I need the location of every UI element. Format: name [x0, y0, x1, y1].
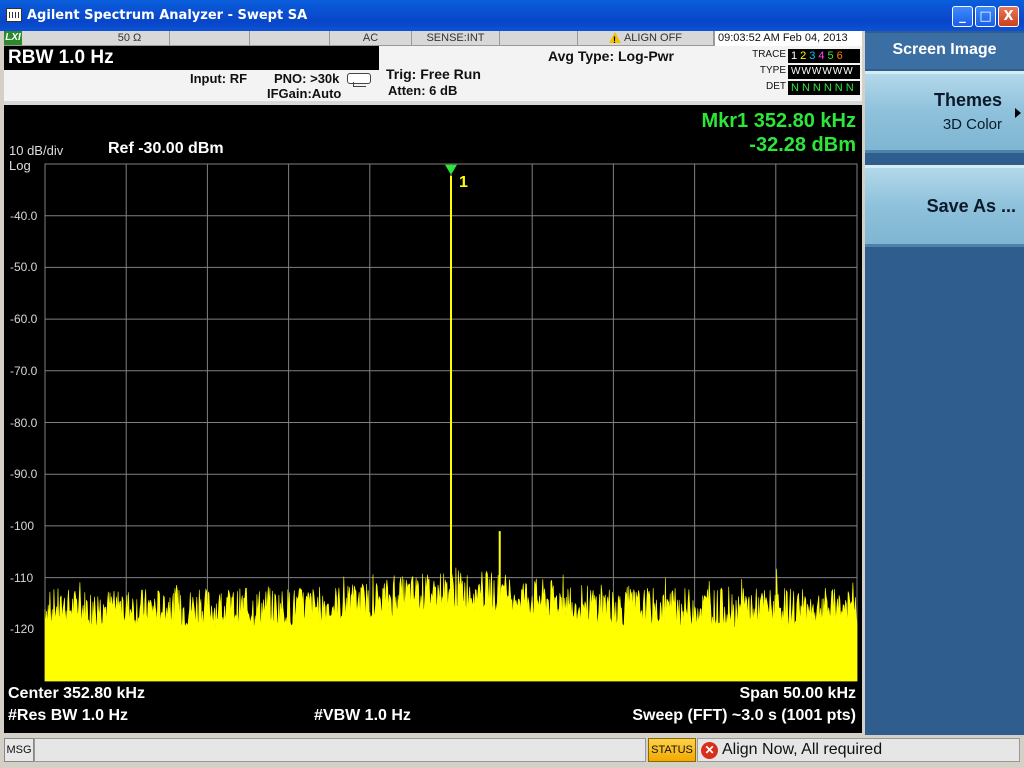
trigger-setting: Trig: Free Run: [386, 66, 481, 82]
marker-frequency: Mkr1 352.80 kHz: [701, 110, 856, 132]
y-tick-label: -70.0: [10, 363, 38, 378]
bottom-status-bar: MSG STATUS ✕ Align Now, All required: [0, 735, 1024, 768]
y-tick-label: -100: [10, 518, 35, 533]
scale-per-div: 10 dB/div: [9, 143, 64, 158]
y-tick-label: -120: [10, 622, 35, 637]
status-cell-blank: [250, 31, 330, 46]
themes-label: Themes: [933, 90, 1002, 110]
submenu-arrow-icon: [1015, 108, 1021, 118]
type-label: TYPE: [759, 65, 786, 76]
pno-setting: PNO: >30k: [274, 71, 340, 86]
span[interactable]: Span 50.00 kHz: [740, 685, 857, 703]
app-icon: [6, 8, 22, 22]
error-icon: ✕: [701, 742, 718, 759]
scale-log: Log: [9, 158, 31, 173]
trace-numbers: 123456: [788, 49, 860, 63]
y-tick-label: -60.0: [10, 312, 38, 327]
input-setting: Input: RF: [190, 71, 248, 86]
trace-detectors: NNNNNN: [788, 81, 860, 95]
marker-readout: Mkr1 352.80 kHz -32.28 dBm: [701, 109, 856, 157]
y-tick-label: -90.0: [10, 467, 38, 482]
themes-softkey[interactable]: Themes 3D Color: [865, 71, 1024, 153]
minimize-button[interactable]: _: [952, 6, 973, 27]
marker-1-icon: [445, 164, 457, 175]
window-titlebar: Agilent Spectrum Analyzer - Swept SA _ □…: [0, 0, 1024, 31]
softkey-panel: Screen Image Themes 3D Color Save As ...: [865, 31, 1024, 735]
status-cell-blank: [170, 31, 250, 46]
window-title: Agilent Spectrum Analyzer - Swept SA: [27, 8, 308, 23]
trace-label: TRACE: [752, 49, 786, 60]
trace-types: WWWWWW: [788, 65, 860, 79]
res-bw: #Res BW 1.0 Hz: [8, 707, 129, 724]
y-tick-label: -110: [10, 570, 34, 585]
det-label: DET: [766, 81, 786, 92]
themes-value: 3D Color: [942, 116, 1002, 133]
status-field: ✕ Align Now, All required: [697, 738, 1020, 762]
close-button[interactable]: X: [998, 6, 1019, 27]
vbw: #VBW 1.0 Hz: [314, 707, 411, 724]
y-tick-label: -40.0: [10, 208, 38, 223]
coupling-status: AC: [330, 31, 412, 46]
pno-toggle-icon: [347, 73, 371, 87]
save-as-label: Save As ...: [926, 196, 1016, 216]
softkey-menu-title: Screen Image: [865, 33, 1024, 69]
spectrum-plot: 1: [44, 163, 858, 682]
measurement-header: RBW 1.0 Hz Input: RF PNO: >30k IFGain:Au…: [4, 46, 862, 101]
msg-button[interactable]: MSG: [4, 738, 34, 762]
status-message: Align Now, All required: [722, 741, 883, 758]
impedance-status: 50 Ω: [90, 31, 170, 46]
spectrum-display[interactable]: 1 Mkr1 352.80 kHz -32.28 dBm 10 dB/div L…: [4, 105, 862, 733]
center-frequency[interactable]: Center 352.80 kHz: [8, 685, 145, 703]
trace-panel: TRACE 123456 TYPE WWWWWW DET NNNNNN: [746, 48, 862, 96]
warning-icon: [608, 32, 621, 47]
rbw-readout[interactable]: RBW 1.0 Hz: [4, 46, 379, 70]
ifgain-setting: IFGain:Auto: [267, 86, 342, 101]
reference-level[interactable]: Ref -30.00 dBm: [108, 140, 224, 158]
marker-amplitude: -32.28 dBm: [749, 134, 856, 156]
datetime: 09:03:52 AM Feb 04, 2013: [714, 31, 862, 46]
align-status: ALIGN OFF: [578, 31, 714, 47]
sense-status: SENSE:INT: [412, 31, 500, 46]
y-tick-label: -80.0: [10, 415, 38, 430]
instrument-status-row: LXI 50 Ω AC SENSE:INT ALIGN OFF 09:03:52…: [4, 31, 862, 47]
lxi-icon: LXI: [4, 31, 22, 45]
maximize-button[interactable]: □: [975, 6, 996, 27]
attenuation-setting: Atten: 6 dB: [388, 83, 458, 98]
marker-1-label: 1: [459, 174, 468, 191]
avg-type-setting: Avg Type: Log-Pwr: [548, 48, 674, 64]
status-cell-blank: [500, 31, 578, 46]
status-button[interactable]: STATUS: [648, 738, 696, 762]
message-field: [34, 738, 646, 762]
y-tick-label: -50.0: [10, 260, 38, 275]
save-as-softkey[interactable]: Save As ...: [865, 165, 1024, 247]
sweep-info: Sweep (FFT) ~3.0 s (1001 pts): [632, 707, 856, 724]
